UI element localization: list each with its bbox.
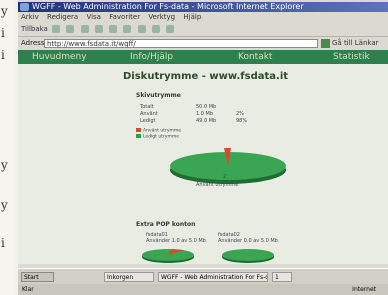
row-label: Ledigt (140, 118, 156, 124)
history-icon[interactable] (137, 25, 146, 33)
nav-kontakt[interactable]: Kontakt (238, 50, 272, 64)
nav-huvudmeny[interactable]: Huvudmeny (32, 50, 87, 64)
menu-arkiv[interactable]: Arkiv (21, 13, 39, 21)
legend-used: Använt utrymme (136, 128, 181, 134)
menu-visa[interactable]: Visa (86, 13, 101, 21)
print-icon[interactable] (165, 25, 174, 33)
bleed-char: i (1, 48, 5, 62)
row-label: Totalt (140, 104, 154, 110)
home-icon[interactable] (94, 25, 103, 33)
address-bar: Adress Gå till Länkar (18, 38, 388, 49)
ie-icon (20, 3, 29, 11)
pop-pie-2 (222, 249, 274, 261)
menu-redigera[interactable]: Redigera (47, 13, 78, 21)
pop-heading: Extra POP konton (136, 221, 196, 228)
bleed-char: y (1, 198, 8, 212)
pop-usage: Använder 0.0 av 5.0 Mb (218, 238, 278, 244)
address-right: Gå till Länkar (332, 38, 379, 49)
menu-bar: Arkiv Redigera Visa Favoriter Verktyg Hj… (18, 13, 388, 22)
status-text: Klar (22, 286, 34, 293)
row-pct: 98% (236, 118, 248, 124)
forward-icon[interactable] (52, 25, 61, 33)
taskbar-item[interactable]: WGFF - Web Administration For Fs-data (158, 272, 268, 282)
row-pct: 2% (236, 111, 244, 117)
page-edge-bleed: y i i y y i (0, 0, 14, 295)
stop-icon[interactable] (66, 25, 75, 33)
row-value: 50.0 Mb (196, 104, 217, 110)
toolbar: Tillbaka (18, 23, 388, 37)
pop-usage: Använder 1.0 av 5.0 Mb (146, 238, 206, 244)
taskbar: Start Inkorgen WGFF - Web Administration… (18, 268, 388, 285)
go-button[interactable]: Gå till (332, 39, 353, 47)
bleed-char: i (1, 26, 5, 40)
search-icon[interactable] (109, 25, 118, 33)
go-icon[interactable] (321, 39, 330, 48)
refresh-icon[interactable] (80, 25, 89, 33)
address-input[interactable] (44, 39, 318, 48)
nav-statistik[interactable]: Statistik (333, 50, 370, 64)
row-value: 49.0 Mb (196, 118, 217, 124)
page-content: Diskutrymme - www.fsdata.it Skivutrymme … (18, 64, 388, 264)
menu-hjalp[interactable]: Hjälp (183, 13, 201, 21)
row-value: 1.0 Mb (196, 111, 214, 117)
pie-caption: Använt utrymme (196, 182, 239, 188)
bleed-char: i (1, 236, 5, 250)
legend-swatch (136, 134, 141, 138)
window-title: WGFF - Web Administration For Fs-data - … (32, 2, 304, 11)
mail-icon[interactable] (151, 25, 160, 33)
favorites-icon[interactable] (123, 25, 132, 33)
section-heading: Skivutrymme (136, 92, 181, 99)
bleed-char: y (1, 4, 8, 18)
pie-number: 2 (223, 174, 227, 180)
status-bar: Klar Internet (18, 284, 388, 295)
menu-verktyg[interactable]: Verktyg (148, 13, 175, 21)
pop-pies (142, 249, 274, 263)
status-zone: Internet (352, 286, 376, 293)
links-button[interactable]: Länkar (355, 39, 379, 47)
row-label: Använt (140, 111, 158, 117)
address-label: Adress (21, 39, 45, 47)
start-button[interactable]: Start (21, 272, 54, 282)
legend-swatch (136, 128, 141, 132)
nav-info-hjalp[interactable]: Info/Hjälp (130, 50, 173, 64)
taskbar-item[interactable]: Inkorgen (104, 272, 154, 282)
bleed-char: y (1, 158, 8, 172)
back-button[interactable]: Tillbaka (21, 25, 48, 33)
legend-label: Använt utrymme (143, 128, 182, 134)
taskbar-item[interactable]: 1 (272, 272, 292, 282)
menu-favoriter[interactable]: Favoriter (109, 13, 140, 21)
title-bar: WGFF - Web Administration For Fs-data - … (18, 2, 388, 12)
site-nav: Huvudmeny Info/Hjälp Kontakt Statistik (18, 50, 388, 64)
page-title: Diskutrymme - www.fsdata.it (123, 71, 289, 82)
browser-window: WGFF - Web Administration For Fs-data - … (18, 0, 388, 295)
